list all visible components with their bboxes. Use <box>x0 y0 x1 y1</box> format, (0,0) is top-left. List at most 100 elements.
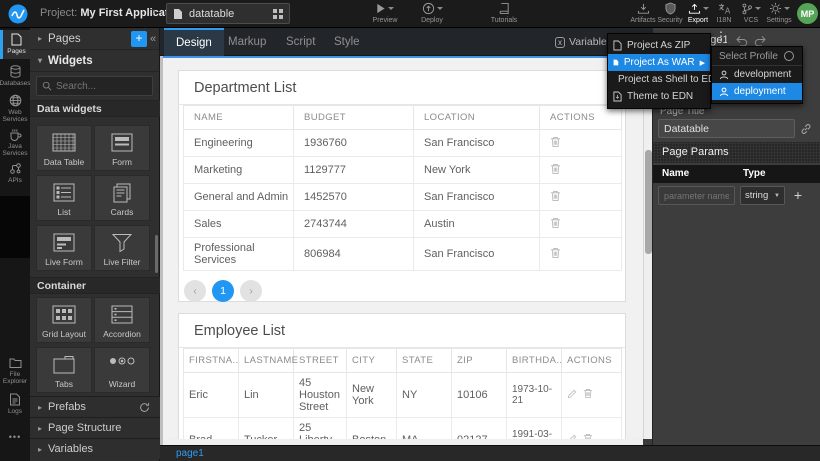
rail-item-databases[interactable]: Databases <box>0 62 30 89</box>
menu-item-project-shell-edn[interactable]: Project as Shell to EDN <box>608 71 710 88</box>
param-name-input[interactable] <box>658 186 735 205</box>
profile-icon <box>719 87 729 97</box>
more-options-icon[interactable]: ⋮ <box>715 33 723 39</box>
prev-page-button[interactable]: ‹ <box>184 280 206 302</box>
column-header[interactable]: ACTIONS <box>540 106 622 130</box>
deploy-button[interactable]: Deploy <box>410 2 454 27</box>
menu-item-project-as-zip[interactable]: Project As ZIP <box>608 37 710 54</box>
column-header[interactable]: CITY <box>347 349 397 373</box>
profile-submenu: Select Profile development deployment <box>711 46 803 104</box>
deploy-icon <box>422 2 435 15</box>
submenu-item-deployment[interactable]: deployment <box>712 83 802 100</box>
file-icon <box>613 57 619 68</box>
settings-button[interactable]: Settings <box>757 2 801 27</box>
table-cell: 806984 <box>294 238 414 271</box>
widget-search[interactable] <box>36 76 153 96</box>
next-page-button[interactable]: › <box>240 280 262 302</box>
current-page-button[interactable]: 1 <box>212 280 234 302</box>
menu-item-theme-edn[interactable]: Theme to EDN <box>608 88 710 105</box>
rail-item-logs[interactable]: Logs <box>0 390 30 418</box>
widget-tabs[interactable]: Tabs <box>36 347 92 393</box>
gear-icon <box>769 2 782 15</box>
scrollbar-thumb[interactable] <box>645 150 652 254</box>
pages-section-header[interactable]: ▸ Pages + <box>30 28 159 50</box>
actions-cell <box>562 373 622 418</box>
bind-link-icon[interactable] <box>800 122 812 140</box>
widget-form[interactable]: Form <box>94 125 150 171</box>
preview-button[interactable]: Preview <box>363 2 407 27</box>
page-selector[interactable]: datatable <box>166 3 290 24</box>
delete-icon[interactable] <box>550 190 561 205</box>
column-header[interactable]: STREET <box>294 349 347 373</box>
tab-design[interactable]: Design <box>164 28 224 56</box>
edit-icon[interactable] <box>567 389 577 402</box>
list-icon <box>53 183 75 202</box>
add-page-button[interactable]: + <box>131 31 147 47</box>
employee-table-widget[interactable]: Employee List FIRSTNA.. LASTNAME STREET … <box>178 313 626 439</box>
delete-icon[interactable] <box>550 136 561 151</box>
column-header[interactable]: BIRTHDA.. <box>507 349 562 373</box>
widget-list[interactable]: List <box>36 175 92 221</box>
department-table-widget[interactable]: Department List NAME BUDGET LOCATION ACT… <box>178 70 626 302</box>
delete-icon[interactable] <box>550 163 561 178</box>
add-param-button[interactable]: + <box>790 186 806 205</box>
rail-item-web-services[interactable]: Web Services <box>0 91 30 125</box>
delete-icon[interactable] <box>550 247 561 262</box>
page-structure-section[interactable]: ▸ Page Structure <box>30 417 160 438</box>
rail-item-java-services[interactable]: Java Services <box>0 125 30 159</box>
prefabs-section[interactable]: ▸ Prefabs <box>30 396 160 417</box>
deploy-label: Deploy <box>421 17 443 24</box>
rail-item-pages[interactable]: Pages <box>0 30 30 59</box>
submenu-item-development[interactable]: development <box>712 66 802 83</box>
triangle-right-icon: ▸ <box>38 403 42 412</box>
tutorials-button[interactable]: Tutorials <box>482 2 526 27</box>
variables-section[interactable]: ▸ Variables <box>30 438 160 459</box>
widget-search-input[interactable] <box>56 81 146 92</box>
param-type-select[interactable]: string ▼ <box>740 186 785 205</box>
widget-cards[interactable]: Cards <box>94 175 150 221</box>
refresh-icon[interactable] <box>139 402 150 413</box>
page-title-input[interactable] <box>658 119 795 138</box>
canvas-page[interactable]: Department List NAME BUDGET LOCATION ACT… <box>163 56 643 439</box>
column-header[interactable]: STATE <box>397 349 452 373</box>
widget-accordion[interactable]: Accordion <box>94 297 150 343</box>
column-header[interactable]: ACTIONS <box>562 349 622 373</box>
widget-grid-layout[interactable]: Grid Layout <box>36 297 92 343</box>
column-header[interactable]: ZIP <box>452 349 507 373</box>
employee-table-title: Employee List <box>179 314 625 348</box>
wavemaker-logo-icon[interactable] <box>8 4 28 24</box>
collapse-panel-button[interactable]: « <box>150 33 156 45</box>
rail-more-icon[interactable]: ••• <box>0 432 30 442</box>
table-cell: 45 Houston Street <box>294 373 347 418</box>
widget-data-table[interactable]: Data Table <box>36 125 92 171</box>
delete-icon[interactable] <box>550 217 561 232</box>
column-header[interactable]: NAME <box>184 106 294 130</box>
table-row: Eric Lin 45 Houston Street New York NY 1… <box>184 373 622 418</box>
widgets-section-header[interactable]: ▾ Widgets <box>30 50 159 72</box>
variable-icon: x <box>555 37 565 48</box>
column-header[interactable]: LOCATION <box>414 106 540 130</box>
actions-cell <box>540 184 622 211</box>
tab-markup[interactable]: Markup <box>216 28 278 56</box>
rail-item-file-explorer[interactable]: File Explorer <box>0 354 30 388</box>
column-header[interactable]: BUDGET <box>294 106 414 130</box>
column-header[interactable]: FIRSTNA.. <box>184 349 239 373</box>
widget-live-filter[interactable]: Live Filter <box>94 225 150 271</box>
project-name[interactable]: Project: My First Application <box>40 7 185 19</box>
table-cell: Sales <box>184 211 294 238</box>
group-container: Container <box>30 277 160 294</box>
column-header[interactable]: LASTNAME <box>239 349 294 373</box>
triangle-right-icon: ▸ <box>38 424 42 433</box>
menu-item-project-as-war[interactable]: Project As WAR ▶ <box>608 54 710 71</box>
panel-scrollbar[interactable] <box>155 235 158 273</box>
tab-style[interactable]: Style <box>322 28 372 56</box>
rail-item-apis[interactable]: APIs <box>0 159 30 187</box>
page-tab[interactable]: page1 <box>176 448 204 459</box>
user-avatar[interactable]: MP <box>797 3 818 24</box>
widget-live-form[interactable]: Live Form <box>36 225 92 271</box>
delete-icon[interactable] <box>583 388 593 402</box>
export-icon <box>688 3 701 15</box>
canvas-vertical-scrollbar[interactable] <box>643 56 652 439</box>
widget-wizard[interactable]: Wizard <box>94 347 150 393</box>
tab-script[interactable]: Script <box>274 28 327 56</box>
